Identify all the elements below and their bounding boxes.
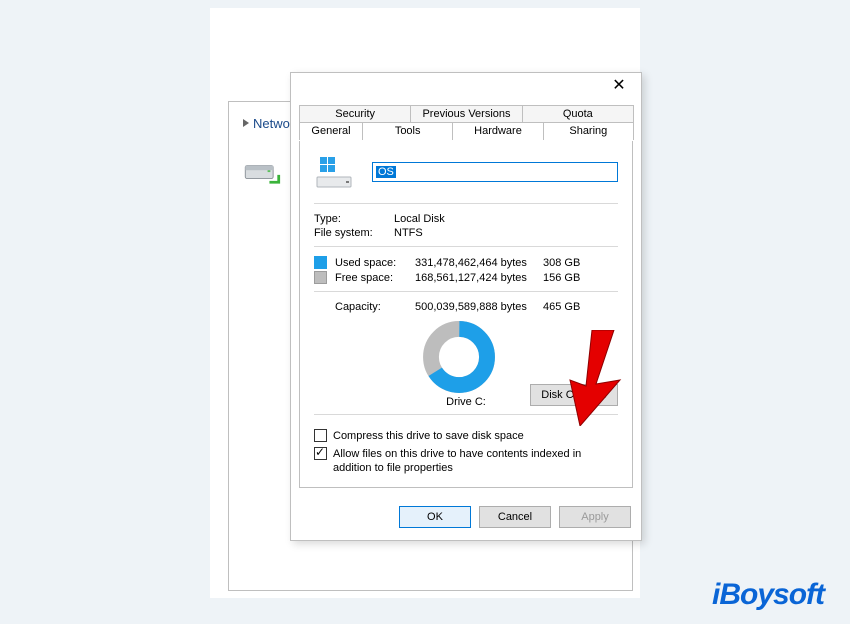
compress-checkbox[interactable] (314, 429, 327, 442)
capacity-bytes: 500,039,589,888 bytes (415, 301, 543, 313)
dialog-button-row: OK Cancel Apply (291, 496, 641, 540)
drive-properties-dialog: ✕ Security Previous Versions Quota Gener… (290, 72, 642, 541)
filesystem-label: File system: (314, 227, 394, 239)
network-section-label[interactable]: Netwo (243, 116, 290, 131)
capacity-row: Capacity: 500,039,589,888 bytes 465 GB (314, 300, 618, 314)
type-row: Type: Local Disk (314, 212, 618, 226)
separator (314, 291, 618, 292)
free-space-row: Free space: 168,561,127,424 bytes 156 GB (314, 270, 618, 285)
tab-tools[interactable]: Tools (362, 122, 453, 140)
free-space-bytes: 168,561,127,424 bytes (415, 272, 543, 284)
compress-option[interactable]: Compress this drive to save disk space (314, 427, 618, 445)
free-space-swatch (314, 271, 327, 284)
type-value: Local Disk (394, 213, 445, 225)
used-space-swatch (314, 256, 327, 269)
disk-name-input[interactable]: OS (372, 162, 618, 182)
separator (314, 246, 618, 247)
disk-name-selected-text: OS (376, 166, 396, 178)
iboysoft-watermark: iBoysoft (712, 578, 824, 612)
capacity-label: Capacity: (335, 301, 415, 313)
network-drive-icon (243, 160, 281, 186)
index-option[interactable]: Allow files on this drive to have conten… (314, 445, 618, 477)
cancel-button[interactable]: Cancel (479, 506, 551, 528)
capacity-gb: 465 GB (543, 301, 580, 313)
apply-button[interactable]: Apply (559, 506, 631, 528)
filesystem-value: NTFS (394, 227, 423, 239)
filesystem-row: File system: NTFS (314, 226, 618, 240)
compress-label: Compress this drive to save disk space (333, 429, 524, 443)
tab-strip: Security Previous Versions Quota General… (299, 105, 633, 141)
separator (314, 414, 618, 415)
tab-previous-versions[interactable]: Previous Versions (410, 105, 522, 123)
used-space-bytes: 331,478,462,464 bytes (415, 257, 543, 269)
used-space-row: Used space: 331,478,462,464 bytes 308 GB (314, 255, 618, 270)
close-icon[interactable]: ✕ (599, 75, 639, 99)
tab-security[interactable]: Security (299, 105, 411, 123)
tab-hardware[interactable]: Hardware (452, 122, 543, 140)
index-checkbox[interactable] (314, 447, 327, 460)
tab-sharing[interactable]: Sharing (543, 122, 634, 140)
windows-drive-icon (314, 155, 354, 189)
free-space-gb: 156 GB (543, 272, 580, 284)
used-space-label: Used space: (335, 257, 415, 269)
separator (314, 203, 618, 204)
tab-general[interactable]: General (299, 122, 363, 140)
general-panel: OS Type: Local Disk File system: NTFS Us… (299, 141, 633, 488)
usage-donut-chart (422, 320, 496, 394)
ok-button[interactable]: OK (399, 506, 471, 528)
used-space-gb: 308 GB (543, 257, 580, 269)
tab-quota[interactable]: Quota (522, 105, 634, 123)
index-label: Allow files on this drive to have conten… (333, 447, 603, 475)
free-space-label: Free space: (335, 272, 415, 284)
disk-cleanup-button[interactable]: Disk Cleanup (530, 384, 618, 406)
type-label: Type: (314, 213, 394, 225)
dialog-titlebar[interactable]: ✕ (291, 73, 641, 101)
